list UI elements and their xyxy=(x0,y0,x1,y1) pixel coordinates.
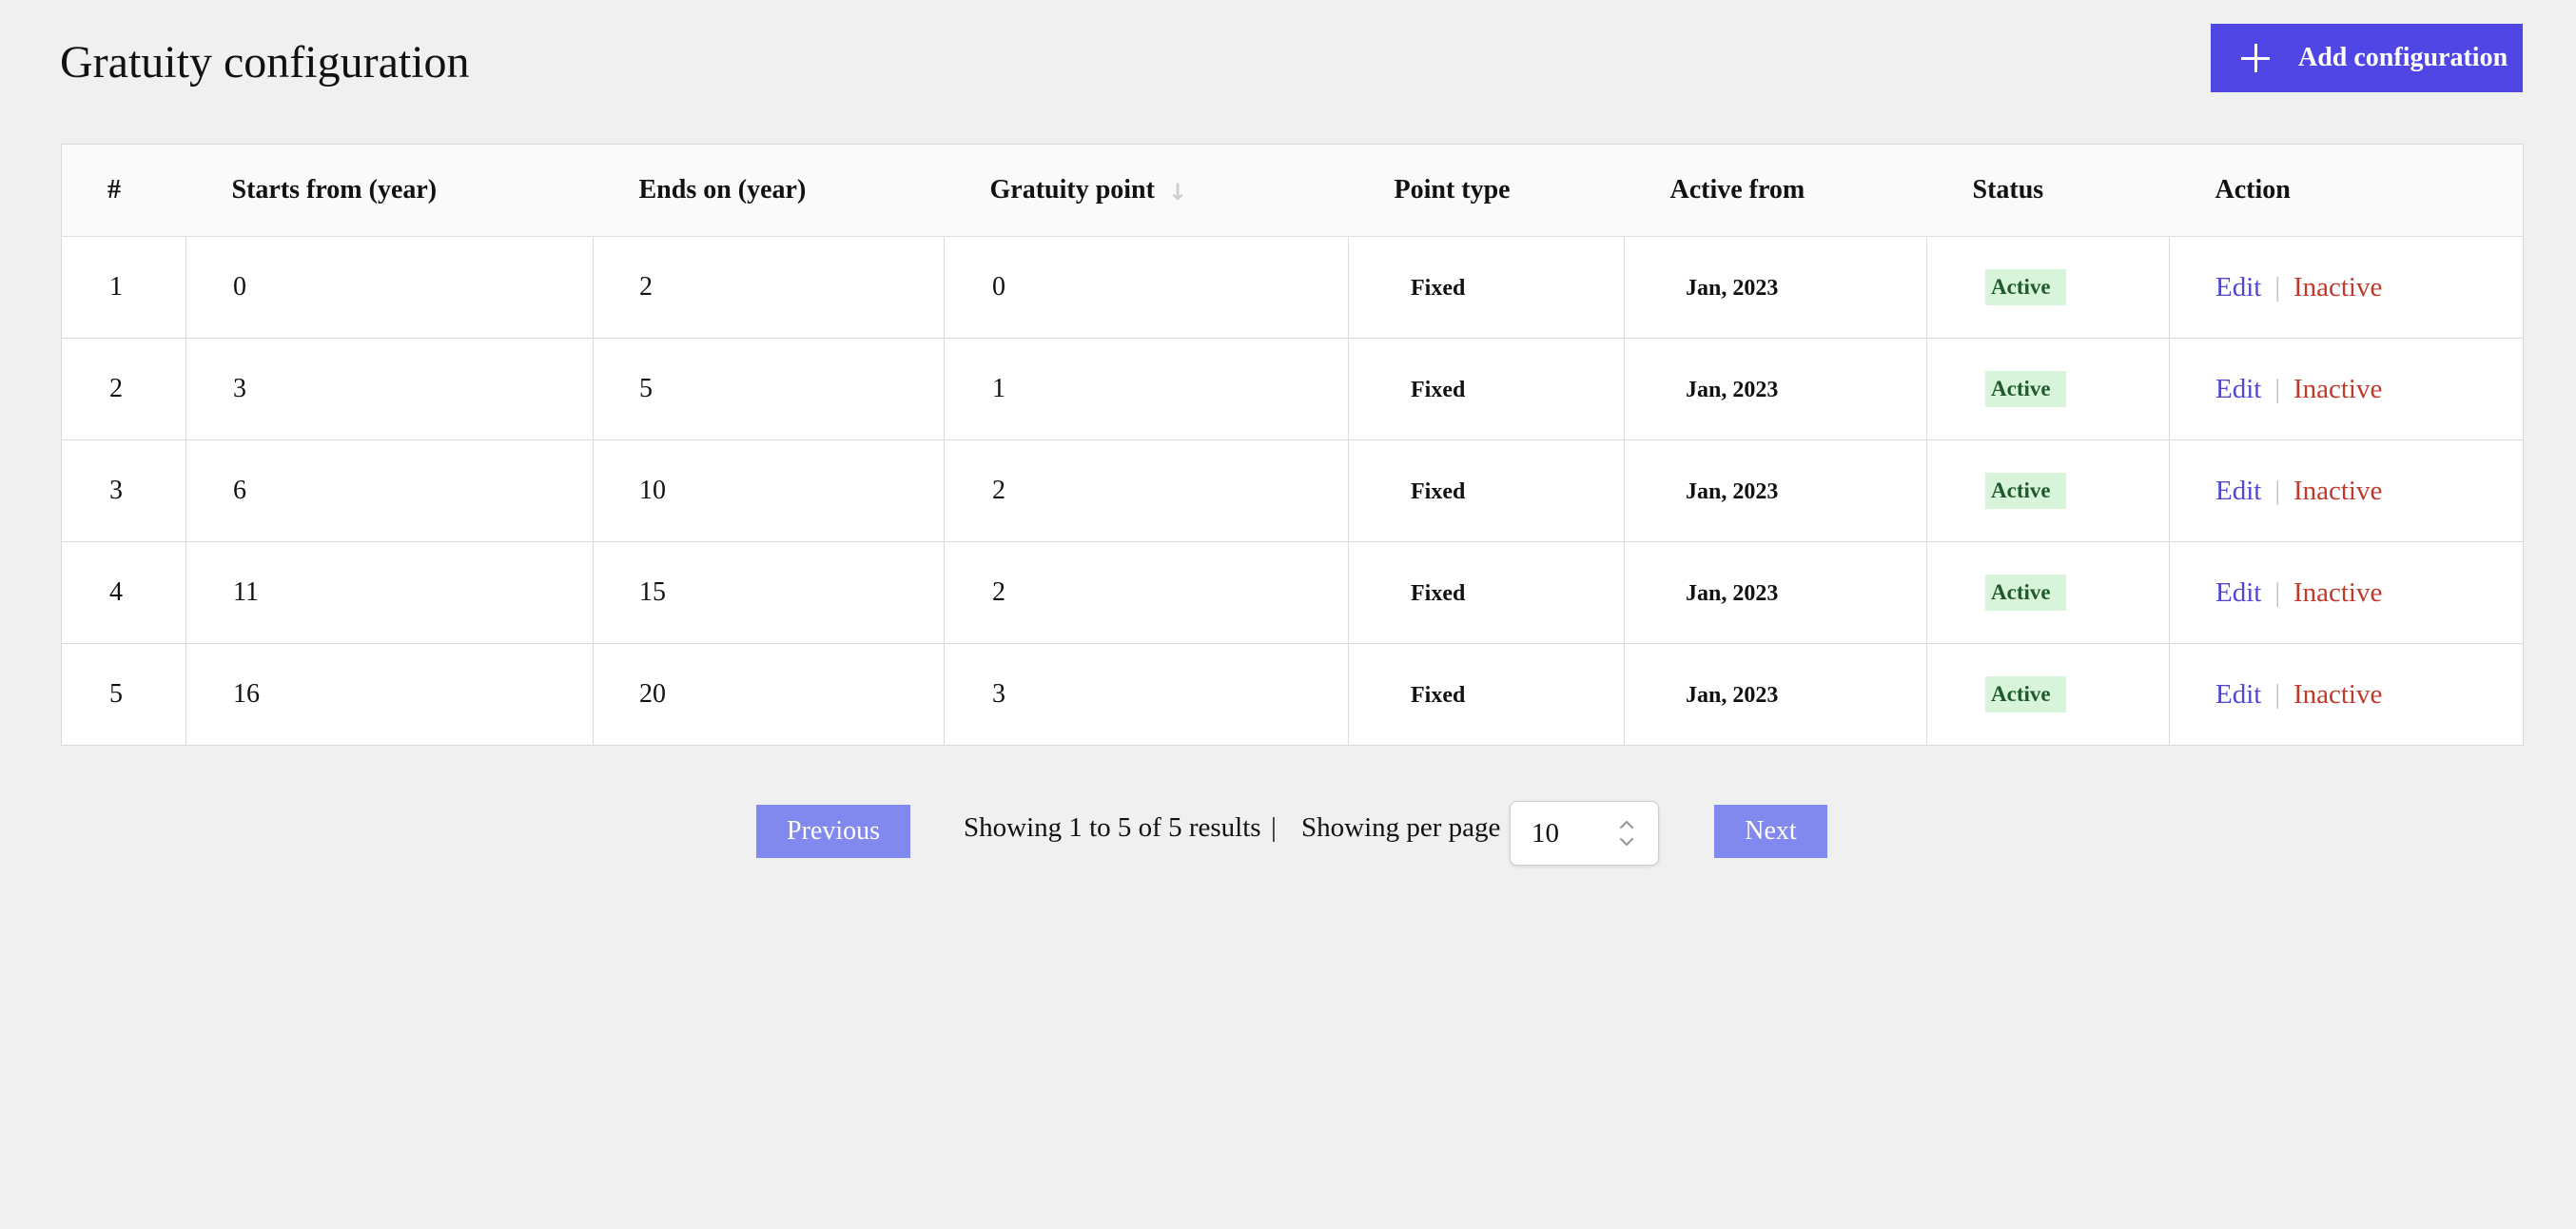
cell-gratuity-point: 1 xyxy=(944,338,1349,440)
edit-link[interactable]: Edit xyxy=(2215,577,2261,608)
cell-gratuity-point: 2 xyxy=(944,439,1349,542)
cell-gratuity-point: 0 xyxy=(944,236,1349,339)
action-separator: | xyxy=(2274,577,2280,608)
edit-link[interactable]: Edit xyxy=(2215,476,2261,506)
table-row: 5 16 20 3 Fixed Jan, 2023 Active Edit | In… xyxy=(61,643,2524,746)
cell-point-type: Fixed xyxy=(1411,581,1466,606)
header-status: Status xyxy=(1926,144,2170,237)
inactive-link[interactable]: Inactive xyxy=(2293,577,2382,608)
cell-ends-on: 20 xyxy=(593,643,945,746)
inactive-link[interactable]: Inactive xyxy=(2293,374,2382,404)
cell-ends-on: 5 xyxy=(593,338,945,440)
header-gratuity-point-label: Gratuity point xyxy=(989,175,1155,205)
table-row: 3 6 10 2 Fixed Jan, 2023 Active Edit | Ina… xyxy=(61,439,2524,542)
cell-starts-from: 11 xyxy=(185,541,594,644)
configuration-table-container: # Starts from (year) Ends on (year) Grat… xyxy=(61,144,2524,746)
cell-active-from: Jan, 2023 xyxy=(1686,683,1779,708)
cell-point-type: Fixed xyxy=(1411,276,1466,301)
add-configuration-button[interactable]: Add configuration xyxy=(2211,24,2523,92)
cell-index: 3 xyxy=(61,439,186,542)
configuration-table: # Starts from (year) Ends on (year) Grat… xyxy=(61,144,2524,746)
cell-ends-on: 10 xyxy=(593,439,945,542)
table-header-row: # Starts from (year) Ends on (year) Grat… xyxy=(61,144,2524,237)
status-badge: Active xyxy=(1985,371,2066,407)
status-badge: Active xyxy=(1985,676,2066,712)
stepper-arrows-icon[interactable] xyxy=(1618,817,1635,849)
cell-index: 2 xyxy=(61,338,186,440)
cell-starts-from: 3 xyxy=(185,338,594,440)
header-gratuity-point[interactable]: Gratuity point ↓ xyxy=(944,144,1349,237)
cell-starts-from: 6 xyxy=(185,439,594,542)
header-starts-from: Starts from (year) xyxy=(185,144,594,237)
cell-gratuity-point: 3 xyxy=(944,643,1349,746)
per-page-label: Showing per page xyxy=(1301,812,1501,843)
header-index: # xyxy=(61,144,186,237)
per-page-stepper[interactable]: 10 xyxy=(1510,801,1659,866)
plus-icon xyxy=(2241,44,2270,72)
edit-link[interactable]: Edit xyxy=(2215,374,2261,404)
status-badge: Active xyxy=(1985,269,2066,305)
inactive-link[interactable]: Inactive xyxy=(2293,679,2382,710)
inactive-link[interactable]: Inactive xyxy=(2293,272,2382,302)
pagination-separator: | xyxy=(1271,812,1277,843)
edit-link[interactable]: Edit xyxy=(2215,272,2261,302)
cell-point-type: Fixed xyxy=(1411,683,1466,708)
cell-point-type: Fixed xyxy=(1411,479,1466,504)
pagination: Previous Showing 1 to 5 of 5 results | S… xyxy=(0,801,2576,868)
table-row: 2 3 5 1 Fixed Jan, 2023 Active Edit | Inac… xyxy=(61,338,2524,440)
action-separator: | xyxy=(2274,374,2280,404)
header-action: Action xyxy=(2169,144,2524,237)
header-active-from: Active from xyxy=(1624,144,1927,237)
status-badge: Active xyxy=(1985,473,2066,509)
cell-index: 5 xyxy=(61,643,186,746)
per-page-value: 10 xyxy=(1532,818,1559,849)
page-title: Gratuity configuration xyxy=(60,37,470,88)
previous-button[interactable]: Previous xyxy=(756,805,910,858)
cell-index: 1 xyxy=(61,236,186,339)
action-separator: | xyxy=(2274,679,2280,710)
header-point-type: Point type xyxy=(1348,144,1625,237)
action-separator: | xyxy=(2274,272,2280,302)
cell-active-from: Jan, 2023 xyxy=(1686,378,1779,402)
cell-starts-from: 16 xyxy=(185,643,594,746)
header-ends-on: Ends on (year) xyxy=(593,144,945,237)
cell-ends-on: 2 xyxy=(593,236,945,339)
cell-starts-from: 0 xyxy=(185,236,594,339)
results-summary: Showing 1 to 5 of 5 results xyxy=(964,812,1261,843)
cell-active-from: Jan, 2023 xyxy=(1686,276,1779,301)
cell-active-from: Jan, 2023 xyxy=(1686,479,1779,504)
cell-gratuity-point: 2 xyxy=(944,541,1349,644)
cell-ends-on: 15 xyxy=(593,541,945,644)
add-configuration-label: Add configuration xyxy=(2298,43,2508,72)
cell-active-from: Jan, 2023 xyxy=(1686,581,1779,606)
arrow-down-icon[interactable]: ↓ xyxy=(1168,179,1187,205)
table-row: 4 11 15 2 Fixed Jan, 2023 Active Edit | In… xyxy=(61,541,2524,644)
cell-index: 4 xyxy=(61,541,186,644)
cell-point-type: Fixed xyxy=(1411,378,1466,402)
action-separator: | xyxy=(2274,476,2280,506)
status-badge: Active xyxy=(1985,575,2066,611)
next-button[interactable]: Next xyxy=(1714,805,1827,858)
edit-link[interactable]: Edit xyxy=(2215,679,2261,710)
table-row: 1 0 2 0 Fixed Jan, 2023 Active Edit | Inac… xyxy=(61,236,2524,339)
inactive-link[interactable]: Inactive xyxy=(2293,476,2382,506)
